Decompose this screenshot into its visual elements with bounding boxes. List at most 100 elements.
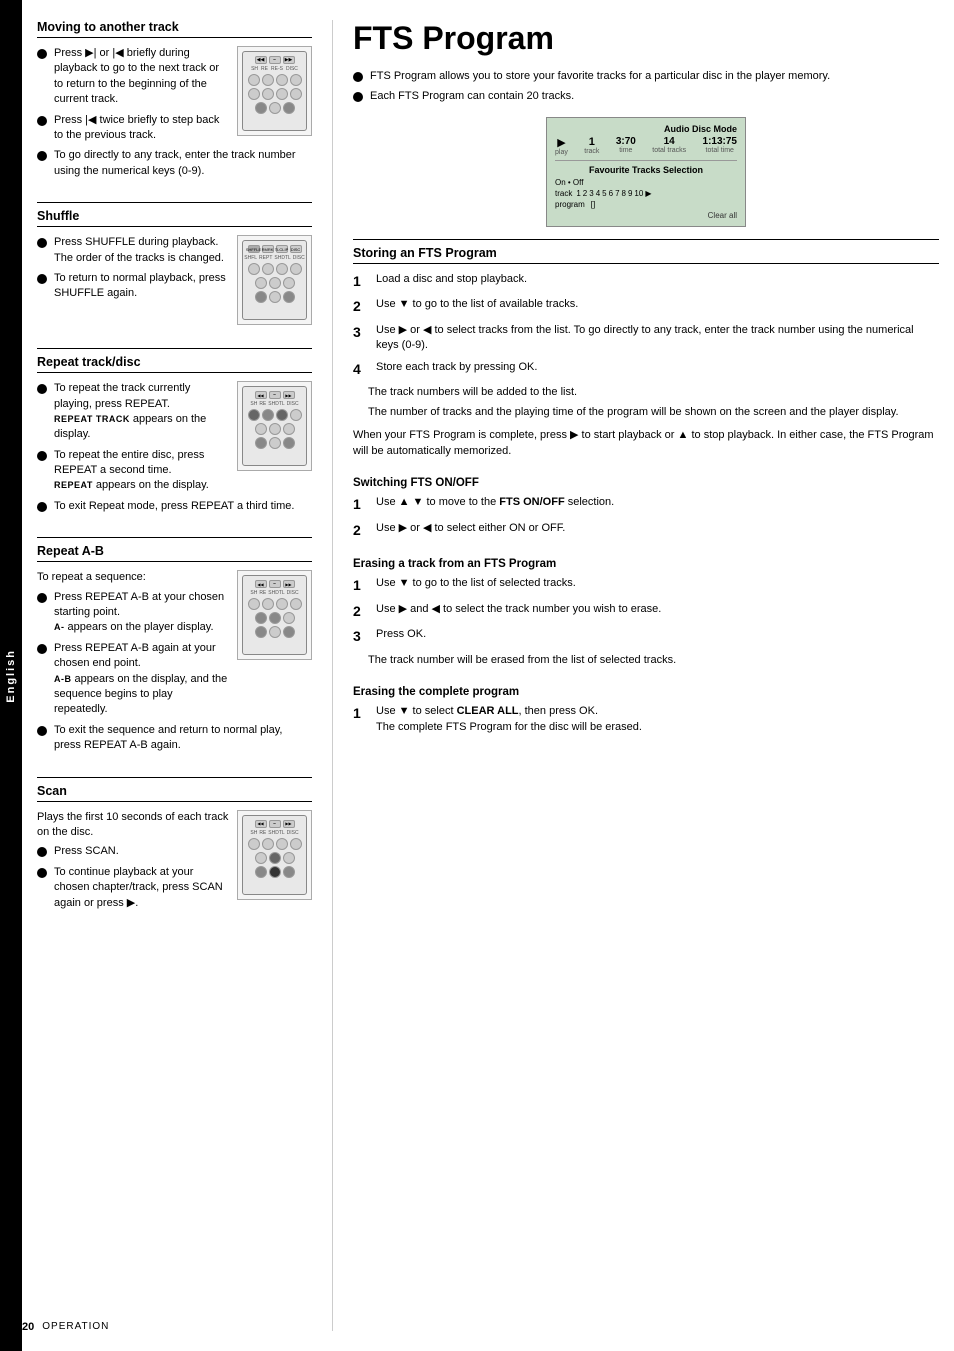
bullet-moving-1: Press ▶| or |◀ briefly during playback t… — [37, 46, 229, 108]
step-et-text-1: Use ▼ to go to the list of selected trac… — [376, 576, 939, 591]
rp2-2 — [262, 409, 274, 421]
step-num-2: 2 — [353, 297, 371, 317]
step-et-text-2: Use ▶ and ◀ to select the track number y… — [376, 602, 939, 617]
bullet-shuffle-1-text: Press SHUFFLE during playback. The order… — [54, 235, 229, 266]
ra3 — [255, 612, 295, 624]
page-number: 20 — [22, 1321, 34, 1333]
fts-tn-2: 2 — [583, 189, 587, 198]
rb3: TLCLIP — [276, 245, 288, 253]
rr3 — [255, 277, 295, 289]
bullet-moving-1-text: Press ▶| or |◀ briefly during playback t… — [54, 46, 229, 108]
fts-track-label: track — [584, 148, 599, 155]
fts-total-tracks-col: 14 total tracks — [652, 136, 686, 156]
content: Moving to another track ◀◀ ⌣ ▶▶ SHRERE-S… — [22, 0, 954, 1351]
step-sw-text-1: Use ▲ ▼ to move to the FTS ON/OFF select… — [376, 495, 939, 510]
bullet-repeat-1: To repeat the track currently playing, p… — [37, 381, 229, 443]
fts-total-time-label: total time — [706, 147, 734, 154]
fts-main-title: FTS Program — [353, 20, 939, 57]
remote-round-5 — [248, 88, 260, 100]
bullet-dot — [37, 502, 47, 512]
step-et-num-2: 2 — [353, 602, 371, 622]
remote-round-8 — [290, 88, 302, 100]
bullet-repeat-3: To exit Repeat mode, press REPEAT a thir… — [37, 499, 312, 514]
step-et-2: 2 Use ▶ and ◀ to select the track number… — [353, 602, 939, 622]
fts-intro-2-text: Each FTS Program can contain 20 tracks. — [370, 89, 939, 104]
fts-on-off: On • Off — [555, 178, 737, 187]
bullet-dot — [37, 274, 47, 284]
bullet-dot — [37, 726, 47, 736]
page-label: Operation — [42, 1321, 109, 1333]
section-repeat-content: ◀◀ ⌣ ▶▶ SHRESHDTLDISC — [37, 381, 312, 519]
sc2-2 — [262, 838, 274, 850]
step-text-4: Store each track by pressing OK. — [376, 360, 939, 375]
bullet-dot — [37, 49, 47, 59]
storing-indent-1: The track numbers will be added to the l… — [353, 385, 939, 400]
remote-inner: ◀◀ ⌣ ▶▶ SHRERE-SDISC — [242, 51, 307, 131]
fts-time-col: 3:70 time — [616, 136, 636, 156]
bullet-moving-2-text: Press |◀ twice briefly to step back to t… — [54, 113, 229, 144]
sc2-1 — [248, 838, 260, 850]
section-erasing-track-title: Erasing a track from an FTS Program — [353, 558, 939, 570]
fts-favourite-title: Favourite Tracks Selection — [555, 165, 737, 175]
fts-total-tracks-val: 14 — [664, 136, 675, 147]
section-repeat-ab-title: Repeat A-B — [37, 544, 312, 562]
fts-tn-10: 10 — [634, 189, 643, 198]
remote-top-row: ◀◀ ⌣ ▶▶ — [255, 56, 295, 64]
step-storing-3: 3 Use ▶ or ◀ to select tracks from the l… — [353, 323, 939, 354]
section-shuffle: Shuffle SHFFLE RMRK TLCLIP DISC SHFLREPT… — [37, 202, 312, 330]
sc2-4 — [290, 838, 302, 850]
rp2-3 — [276, 409, 288, 421]
step-num-3: 3 — [353, 323, 371, 343]
step-switching-1: 1 Use ▲ ▼ to move to the FTS ON/OFF sele… — [353, 495, 939, 515]
fts-tn-more: ▶ — [645, 189, 651, 198]
bullet-dot — [37, 451, 47, 461]
fts-tn-1: 1 — [576, 189, 580, 198]
rp-labels: SHRESHDTLDISC — [250, 401, 298, 407]
fts-intro-1-text: FTS Program allows you to store your fav… — [370, 69, 939, 84]
bullet-dot — [37, 116, 47, 126]
ra1b2: ⌣ — [269, 580, 281, 588]
section-scan: Scan ◀◀ ⌣ ▶▶ SHRESHDTLDISC — [37, 777, 312, 916]
rpb1: ◀◀ — [255, 391, 267, 399]
scb1: ◀◀ — [255, 820, 267, 828]
step-sw-text-2: Use ▶ or ◀ to select either ON or OFF. — [376, 521, 939, 536]
sc2 — [248, 838, 302, 850]
fts-time-label: time — [619, 147, 632, 154]
section-repeat-ab: Repeat A-B ◀◀ ⌣ ▶▶ SHRESHDTLDISC — [37, 537, 312, 758]
page-footer: 20 Operation — [22, 1321, 109, 1333]
step-num-1: 1 — [353, 272, 371, 292]
clear-all-ref: CLEAR ALL — [457, 705, 519, 717]
fts-track-row: track 1 2 3 4 5 6 7 8 9 10 ▶ — [555, 189, 737, 198]
step-storing-2: 2 Use ▼ to go to the list of available t… — [353, 297, 939, 317]
remote-mid-row — [248, 74, 302, 86]
ra1b3: ▶▶ — [283, 580, 295, 588]
bullet-ab-2-text: Press REPEAT A-B again at your chosen en… — [54, 641, 229, 718]
remote-labels: SHRERE-SDISC — [251, 66, 298, 72]
bullet-moving-3-text: To go directly to any track, enter the t… — [54, 148, 312, 179]
sc-labels: SHRESHDTLDISC — [250, 830, 298, 836]
step-et-num-1: 1 — [353, 576, 371, 596]
rpb3: ▶▶ — [283, 391, 295, 399]
fts-play-label: play — [555, 149, 568, 156]
fts-tn-8: 8 — [622, 189, 626, 198]
fts-program-row: program [] — [555, 200, 737, 209]
bullet-shuffle-2: To return to normal playback, press SHUF… — [37, 271, 229, 302]
fts-tn-3: 3 — [589, 189, 593, 198]
step-switching-2: 2 Use ▶ or ◀ to select either ON or OFF. — [353, 521, 939, 541]
section-repeat: Repeat track/disc ◀◀ ⌣ ▶▶ SHRESHDTLDISC — [37, 348, 312, 519]
sc3 — [255, 852, 295, 864]
bullet-ab-1-text: Press REPEAT A-B at your chosen starting… — [54, 590, 229, 636]
bullet-shuffle-1: Press SHUFFLE during playback. The order… — [37, 235, 229, 266]
fts-program-label: program — [555, 200, 585, 209]
section-shuffle-title: Shuffle — [37, 209, 312, 227]
bullet-repeat-1-text: To repeat the track currently playing, p… — [54, 381, 229, 443]
sc1: ◀◀ ⌣ ▶▶ — [255, 820, 295, 828]
divider — [37, 777, 312, 778]
bullet-shuffle-2-text: To return to normal playback, press SHUF… — [54, 271, 229, 302]
ra1: ◀◀ ⌣ ▶▶ — [255, 580, 295, 588]
fts-play-icon: ▶ — [557, 136, 565, 149]
fts-tn-7: 7 — [615, 189, 619, 198]
fts-display-row1: ▶ play 1 track 3:70 time 14 — [555, 136, 737, 161]
bullet-ab-3: To exit the sequence and return to norma… — [37, 723, 312, 754]
section-erasing-complete-title: Erasing the complete program — [353, 686, 939, 698]
